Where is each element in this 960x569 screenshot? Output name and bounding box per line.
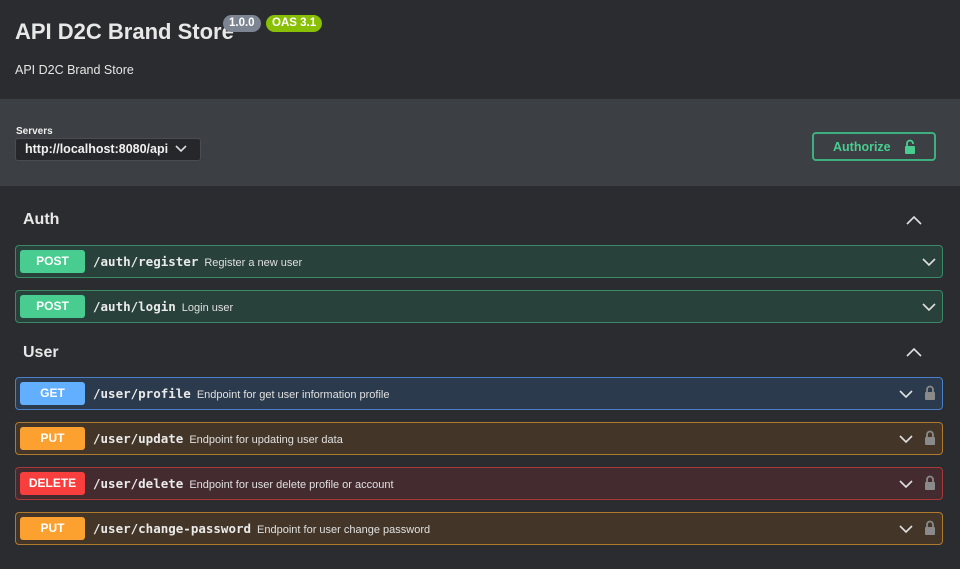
- chevron-down-icon: [175, 145, 187, 153]
- method-badge: POST: [20, 295, 85, 318]
- chevron-down-icon[interactable]: [922, 258, 936, 267]
- operation-put-user-update[interactable]: PUT /user/update Endpoint for updating us…: [15, 422, 943, 455]
- lock-icon[interactable]: [924, 520, 936, 536]
- operation-path: /auth/register: [93, 254, 199, 269]
- operation-path: /auth/login: [93, 299, 176, 314]
- method-badge: POST: [20, 250, 85, 273]
- operation-summary: Endpoint for user change password: [257, 524, 431, 536]
- chevron-up-icon[interactable]: [906, 347, 922, 357]
- lock-icon[interactable]: [924, 430, 936, 446]
- chevron-down-icon[interactable]: [899, 435, 913, 444]
- operation-post-auth-login[interactable]: POST /auth/login Login user: [15, 290, 943, 323]
- authorize-button-label: Authorize: [833, 140, 891, 154]
- lock-icon[interactable]: [924, 385, 936, 401]
- operation-summary: Endpoint for user delete profile or acco…: [189, 479, 394, 491]
- operation-path-wrap: /auth/login Login user: [93, 299, 233, 314]
- authorize-button[interactable]: Authorize: [812, 132, 936, 161]
- method-badge: PUT: [20, 517, 85, 540]
- servers-label: Servers: [16, 126, 53, 137]
- operation-summary: Endpoint for get user information profil…: [196, 389, 390, 401]
- operation-post-auth-register[interactable]: POST /auth/register Register a new user: [15, 245, 943, 278]
- unlock-icon: [905, 139, 915, 154]
- operation-path-wrap: /user/update Endpoint for updating user d…: [93, 431, 343, 446]
- operation-summary: Endpoint for updating user data: [189, 434, 343, 446]
- operation-put-user-change-password[interactable]: PUT /user/change-password Endpoint for us…: [15, 512, 943, 545]
- chevron-down-icon[interactable]: [922, 303, 936, 312]
- method-badge: PUT: [20, 427, 85, 450]
- operation-path-wrap: /auth/register Register a new user: [93, 254, 302, 269]
- section-title-auth[interactable]: Auth: [23, 211, 59, 229]
- operation-path: /user/delete: [93, 476, 184, 491]
- method-badge: DELETE: [20, 472, 85, 495]
- lock-icon[interactable]: [924, 475, 936, 491]
- server-select-value: http://localhost:8080/api: [25, 142, 169, 156]
- chevron-up-icon[interactable]: [906, 215, 922, 225]
- api-description: API D2C Brand Store: [15, 63, 134, 77]
- operation-summary: Login user: [181, 302, 234, 314]
- operation-path-wrap: /user/delete Endpoint for user delete pro…: [93, 476, 394, 491]
- operation-path-wrap: /user/profile Endpoint for get user infor…: [93, 386, 389, 401]
- api-info-header: API D2C Brand Store 1.0.0 OAS 3.1 API D2…: [0, 0, 960, 99]
- operation-delete-user-delete[interactable]: DELETE /user/delete Endpoint for user del…: [15, 467, 943, 500]
- operation-get-user-profile[interactable]: GET /user/profile Endpoint for get user i…: [15, 377, 943, 410]
- version-badge: 1.0.0: [223, 15, 261, 32]
- operation-summary: Register a new user: [204, 257, 303, 269]
- chevron-down-icon[interactable]: [899, 525, 913, 534]
- server-select[interactable]: http://localhost:8080/api: [15, 138, 201, 161]
- operation-path: /user/profile: [93, 386, 191, 401]
- chevron-down-icon[interactable]: [899, 390, 913, 399]
- section-title-user[interactable]: User: [23, 344, 59, 362]
- oas-badge: OAS 3.1: [266, 15, 323, 32]
- operation-path-wrap: /user/change-password Endpoint for user c…: [93, 521, 430, 536]
- method-badge: GET: [20, 382, 85, 405]
- chevron-down-icon[interactable]: [899, 480, 913, 489]
- api-title: API D2C Brand Store: [15, 19, 234, 44]
- operation-path: /user/change-password: [93, 521, 252, 536]
- operation-path: /user/update: [93, 431, 184, 446]
